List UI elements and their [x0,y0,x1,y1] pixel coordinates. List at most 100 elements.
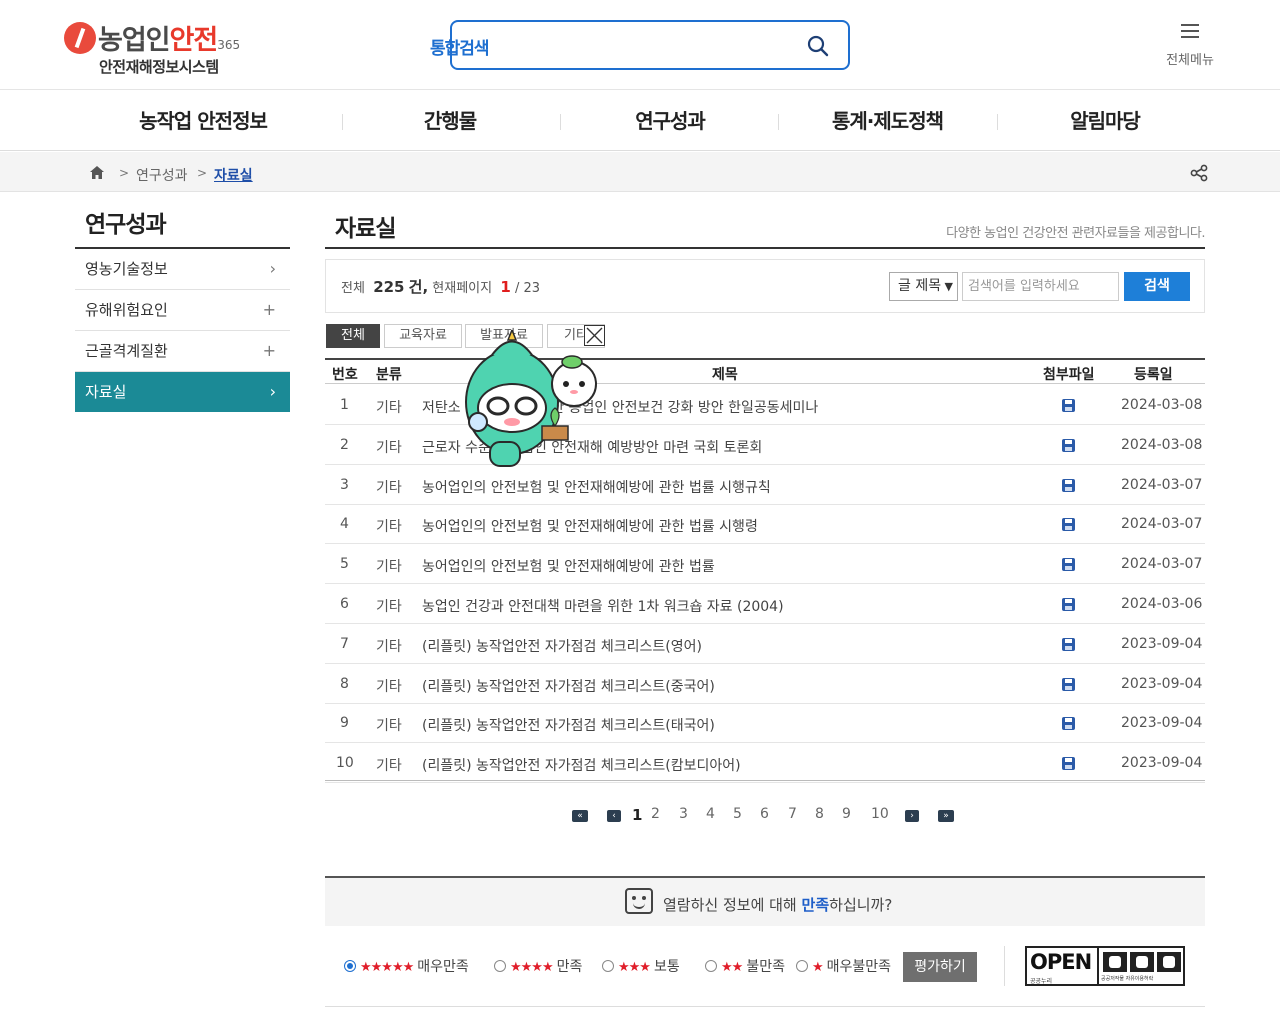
rating-option[interactable]: ★★★★★ 매우만족 [344,956,469,976]
page-number[interactable]: 2 [651,806,660,822]
lnb-item-hazards[interactable]: 유해위험요인 + [75,290,290,331]
gnb-publications[interactable]: 간행물 [370,91,530,151]
save-file-icon[interactable] [1062,637,1075,651]
search-button[interactable]: 검색 [1124,272,1190,301]
save-file-icon[interactable] [1062,558,1075,572]
column-header-title: 제목 [712,367,738,383]
save-file-icon[interactable] [1062,598,1075,611]
plus-icon: + [262,300,276,319]
row-date: 2023-09-04 [1121,675,1203,692]
first-page-button[interactable]: « [572,810,588,822]
table-row[interactable]: 1 기타 저탄소 농업 실현을 위한 농업인 안전보건 강화 방안 한일공동세미나 2… [325,385,1205,425]
divider [1004,946,1005,986]
lnb-item-musculoskeletal[interactable]: 근골격계질환 + [75,331,290,372]
row-title[interactable]: (리플릿) 농작업안전 자가점검 체크리스트(영어) [422,636,702,656]
rating-radio[interactable] [796,960,808,972]
save-file-icon[interactable] [1062,757,1075,771]
row-title[interactable]: 농어업인의 안전보험 및 안전재해예방에 관한 법률 [422,556,715,576]
gnb-statistics[interactable]: 통계·제도정책 [800,91,975,151]
table-row[interactable]: 7 기타 (리플릿) 농작업안전 자가점검 체크리스트(영어) 2023-09-04 [325,624,1205,664]
row-number: 1 [340,397,349,413]
next-page-button[interactable]: › [905,810,919,822]
rating-option[interactable]: ★★★★ 만족 [494,956,582,976]
row-category: 기타 [376,599,402,615]
save-file-icon[interactable] [1062,399,1075,412]
column-header-date: 등록일 [1134,367,1173,383]
rating-radio[interactable] [705,960,717,972]
keyword-input[interactable]: 검색어를 입력하세요 [962,272,1119,301]
table-row[interactable]: 10 기타 (리플릿) 농작업안전 자가점검 체크리스트(캄보디아어) 2023-09… [325,743,1205,784]
rating-radio[interactable] [344,960,356,972]
rating-option[interactable]: ★ 매우불만족 [796,956,891,976]
page-number[interactable]: 10 [871,806,889,822]
prev-page-button[interactable]: ‹ [607,810,621,822]
page-number[interactable]: 6 [760,806,769,822]
site-logo[interactable]: 농업인안전365 안전재해정보시스템 [62,14,252,78]
gnb-notice[interactable]: 알림마당 [1025,91,1185,151]
rating-radio[interactable] [602,960,614,972]
page-number[interactable]: 8 [815,806,824,822]
save-file-icon[interactable] [1062,677,1075,691]
breadcrumb: > 연구성과 > 자료실 [0,152,1280,192]
rating-option[interactable]: ★★★ 보통 [602,956,680,976]
table-row[interactable]: 8 기타 (리플릿) 농작업안전 자가점검 체크리스트(중국어) 2023-09-04 [325,664,1205,704]
table-row[interactable]: 2 기타 근로자 수준의 농업인 안전재해 예방방안 마련 국회 토론회 2024-0… [325,425,1205,465]
home-icon[interactable] [90,166,104,179]
row-number: 5 [340,556,349,573]
row-title[interactable]: (리플릿) 농작업안전 자가점검 체크리스트(중국어) [422,676,715,696]
row-number: 7 [340,635,349,652]
submit-rating-button[interactable]: 평가하기 [903,952,977,982]
breadcrumb-research[interactable]: 연구성과 [136,165,188,185]
lnb-item-archive[interactable]: 자료실 › [75,372,290,412]
save-file-icon[interactable] [1062,438,1075,452]
gnb-research[interactable]: 연구성과 [590,91,750,151]
table-row[interactable]: 3 기타 농어업인의 안전보험 및 안전재해예방에 관한 법률 시행규칙 2024-0… [325,465,1205,505]
page-number[interactable]: 9 [842,806,851,822]
rating-options: ★★★★★ 매우만족 ★★★★ 만족 ★★★ 보통 ★★ 불만족 ★ 매우불만족 [340,954,990,980]
rating-option[interactable]: ★★ 불만족 [705,956,785,976]
row-title[interactable]: (리플릿) 농작업안전 자가점검 체크리스트(태국어) [422,715,715,735]
save-file-icon[interactable] [1062,478,1075,492]
row-title[interactable]: 농어업인의 안전보험 및 안전재해예방에 관한 법률 시행령 [422,516,758,536]
save-file-icon[interactable] [1062,717,1075,731]
table-row[interactable]: 4 기타 농어업인의 안전보험 및 안전재해예방에 관한 법률 시행령 2024-03… [325,504,1205,545]
row-date: 2024-03-07 [1121,516,1203,533]
mascot-character[interactable] [462,330,610,475]
page-number[interactable]: 5 [733,806,742,822]
table-row[interactable]: 9 기타 (리플릿) 농작업안전 자가점검 체크리스트(태국어) 2023-09-04 [325,703,1205,744]
row-title[interactable]: (리플릿) 농작업안전 자가점검 체크리스트(캄보디아어) [422,755,741,775]
table-row[interactable]: 5 기타 농어업인의 안전보험 및 안전재해예방에 관한 법률 2024-03-07 [325,544,1205,585]
row-category: 기타 [376,718,402,735]
gnb-farm-safety[interactable]: 농작업 안전정보 [93,91,313,151]
page-title-bar: 자료실 다양한 농업인 건강안전 관련자료들을 제공합니다. [325,205,1205,249]
lnb-item-farming-tech[interactable]: 영농기술정보 › [75,249,290,290]
search-icon[interactable] [807,35,829,57]
kogl-open-badge[interactable]: OPEN 공공누리 공공저작물 자유이용허락 [1025,946,1185,986]
save-file-icon[interactable] [1062,518,1075,532]
page-number[interactable]: 3 [679,806,688,822]
lnb-item-label: 영농기술정보 [85,260,168,278]
row-number: 8 [340,675,349,692]
breadcrumb-current[interactable]: 자료실 [214,165,253,185]
share-icon[interactable] [1190,164,1208,182]
page-number[interactable]: 1 [632,806,642,824]
table-row[interactable]: 6 기타 농업인 건강과 안전대책 마련을 위한 1차 워크숍 자료 (2004) 2… [325,584,1205,624]
search-field-select[interactable]: 글 제목 ▼ [889,272,958,301]
row-title[interactable]: 농업인 건강과 안전대책 마련을 위한 1차 워크숍 자료 (2004) [422,596,784,616]
tab-all[interactable]: 전체 [326,324,380,348]
satisfaction-survey: 열람하신 정보에 대해 만족하십니까? [325,876,1205,926]
rating-label: 불만족 [746,959,785,975]
divider [325,1006,1205,1007]
lnb-item-label: 유해위험요인 [85,301,168,319]
integrated-search-input[interactable] [512,30,792,60]
all-menu-button[interactable]: 전체메뉴 [1160,22,1220,68]
page-number[interactable]: 4 [706,806,715,822]
row-title[interactable]: 농어업인의 안전보험 및 안전재해예방에 관한 법률 시행규칙 [422,477,771,497]
last-page-button[interactable]: » [938,810,954,822]
star-icon: ★★ [721,960,743,975]
gnb-divider [778,114,779,130]
page-number[interactable]: 7 [788,806,797,822]
rating-radio[interactable] [494,960,506,972]
tab-education[interactable]: 교육자료 [384,324,462,348]
logo-mark-icon [64,22,96,54]
